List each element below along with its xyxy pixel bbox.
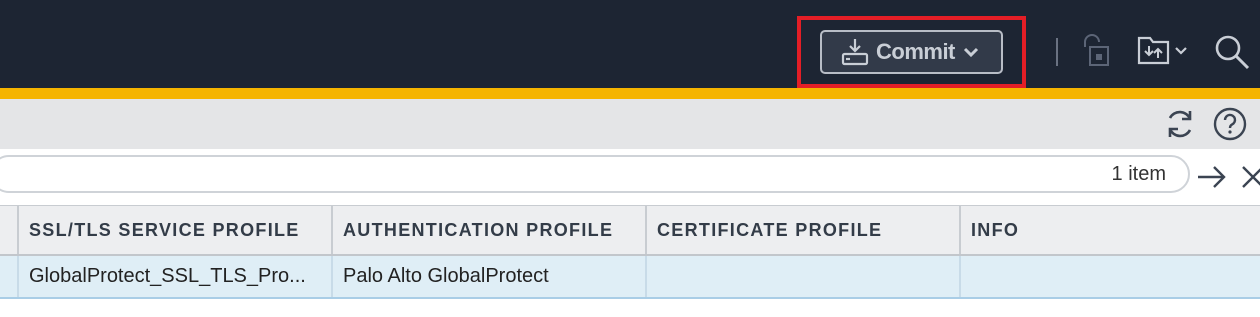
accent-stripe xyxy=(0,88,1260,99)
cell-certificate-profile xyxy=(645,256,959,297)
commit-label: Commit xyxy=(876,39,955,64)
top-navigation-bar xyxy=(0,0,1260,88)
clear-filter-icon[interactable] xyxy=(1240,164,1260,190)
column-header-authentication-profile[interactable]: AUTHENTICATION PROFILE xyxy=(331,206,645,254)
column-header-certificate-profile[interactable]: CERTIFICATE PROFILE xyxy=(645,206,959,254)
header-divider xyxy=(1056,38,1058,66)
table-header: SSL/TLS SERVICE PROFILE AUTHENTICATION P… xyxy=(0,205,1260,256)
refresh-icon[interactable] xyxy=(1163,107,1197,141)
cell-authentication-profile: Palo Alto GlobalProtect xyxy=(331,256,645,297)
chevron-down-icon xyxy=(963,47,978,58)
apply-filter-icon[interactable] xyxy=(1196,163,1228,191)
content-toolbar xyxy=(0,99,1260,149)
commit-icon xyxy=(841,39,869,66)
item-count: 1 item xyxy=(1111,163,1166,185)
cell-info xyxy=(959,256,1260,297)
help-icon[interactable] xyxy=(1212,106,1248,142)
column-header-ssl-tls-service-profile[interactable]: SSL/TLS SERVICE PROFILE xyxy=(17,206,331,254)
row-select-cell[interactable] xyxy=(0,256,17,297)
cell-ssl-tls-service-profile[interactable]: GlobalProtect_SSL_TLS_Pro... xyxy=(17,256,331,297)
search-icon[interactable] xyxy=(1212,32,1252,72)
column-header-info[interactable]: INFO xyxy=(959,206,1260,254)
filter-input[interactable]: 1 item xyxy=(0,155,1190,193)
commit-button[interactable]: Commit xyxy=(820,30,1003,74)
save-config-icon[interactable] xyxy=(1136,33,1192,67)
table-row[interactable]: GlobalProtect_SSL_TLS_Pro... Palo Alto G… xyxy=(0,256,1260,299)
header-checkbox-column xyxy=(0,206,17,254)
lock-icon[interactable] xyxy=(1077,33,1111,69)
